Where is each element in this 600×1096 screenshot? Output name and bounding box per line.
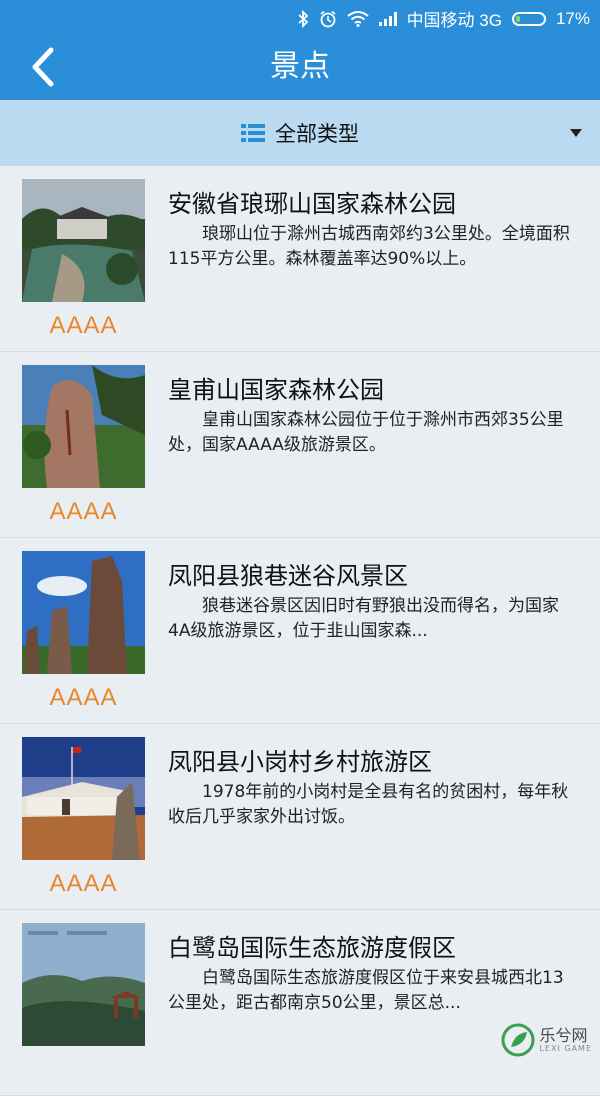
watermark-text-group: 乐兮网 LEXI GAME [539,1025,592,1053]
battery-fill [515,15,520,22]
page-title: 景点 [270,49,330,84]
status-icons: 中国移动 3G 17% [297,6,590,31]
watermark-text: 乐兮网 [539,1025,588,1045]
attraction-thumbnail [22,737,145,860]
type-filter-dropdown[interactable]: 全部类型 [0,100,600,166]
chevron-left-icon [32,47,54,87]
bluetooth-icon [297,9,308,28]
rating-badge: AAAA [49,684,118,711]
attraction-name: 安徽省琅琊山国家森林公园 [168,190,456,218]
rating-badge: AAAA [49,498,118,525]
type-filter-label: 全部类型 [275,122,359,146]
attraction-name: 凤阳县小岗村乡村旅游区 [168,748,432,776]
rating-badge: AAAA [49,870,118,897]
list-item[interactable]: AAAA 凤阳县小岗村乡村旅游区 1978年前的小岗村是全县有名的贫困村，每年秋… [0,724,600,910]
attraction-description: 白鹭岛国际生态旅游度假区位于来安县城西北13公里处，距古都南京50公里，景区总.… [168,968,564,1013]
wifi-icon [346,10,369,27]
attraction-description: 狼巷迷谷景区因旧时有野狼出没而得名，为国家4A级旅游景区，位于韭山国家森... [168,596,559,641]
attraction-thumbnail [22,365,145,488]
list-item[interactable]: AAAA 安徽省琅琊山国家森林公园 琅琊山位于滁州古城西南郊约3公里处。全境面积… [0,166,600,352]
attraction-name: 凤阳县狼巷迷谷风景区 [168,562,408,590]
attraction-thumbnail [22,179,145,302]
list-item[interactable]: AAAA 皇甫山国家森林公园 皇甫山国家森林公园位于位于滁州市西郊35公里处，国… [0,352,600,538]
signal-icon [378,11,397,26]
list-item[interactable]: AAAA 凤阳县狼巷迷谷风景区 狼巷迷谷景区因旧时有野狼出没而得名，为国家4A级… [0,538,600,724]
attraction-description: 琅琊山位于滁州古城西南郊约3公里处。全境面积115平方公里。森林覆盖率达90%以… [168,224,570,269]
battery-icon [511,11,546,26]
title-bar: 景点 [0,34,600,100]
watermark: 乐兮网 LEXI GAME [501,1023,592,1057]
battery-label: 17% [555,8,590,28]
rating-badge: AAAA [49,312,118,339]
type-filter-content: 全部类型 [0,100,600,166]
attraction-list: AAAA 安徽省琅琊山国家森林公园 琅琊山位于滁州古城西南郊约3公里处。全境面积… [0,166,600,1096]
attraction-thumbnail [22,551,145,674]
attraction-description: 1978年前的小岗村是全县有名的贫困村，每年秋收后几乎家家外出讨饭。 [168,782,569,827]
attraction-thumbnail [22,923,145,1046]
attraction-name: 皇甫山国家森林公园 [168,376,384,404]
back-button[interactable] [20,44,66,90]
list-icon [241,124,265,142]
alarm-icon [320,10,336,27]
attraction-name: 白鹭岛国际生态旅游度假区 [168,934,456,962]
dropdown-arrow-icon [570,129,582,137]
attraction-description: 皇甫山国家森林公园位于位于滁州市西郊35公里处，国家AAAA级旅游景区。 [168,410,564,455]
watermark-subtext: LEXI GAME [539,1043,592,1053]
status-bar: 中国移动 3G 17% [0,0,600,34]
leaf-logo-icon [501,1023,535,1057]
carrier-label: 中国移动 3G [406,11,502,30]
list-item[interactable]: 白鹭岛国际生态旅游度假区 白鹭岛国际生态旅游度假区位于来安县城西北13公里处，距… [0,910,600,1096]
